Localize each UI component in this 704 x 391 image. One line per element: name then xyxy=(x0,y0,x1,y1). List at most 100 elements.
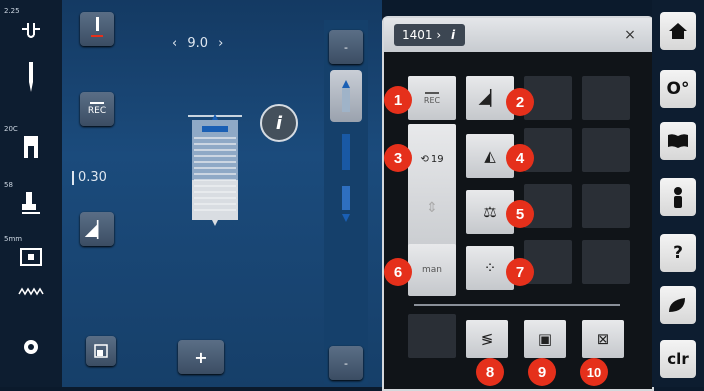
help-icon: ? xyxy=(673,243,683,263)
home-icon xyxy=(669,23,687,39)
needle-position-button[interactable] xyxy=(80,12,114,46)
breadcrumb-info: i xyxy=(451,28,456,42)
sewing-consultant-button[interactable] xyxy=(660,178,696,216)
close-button[interactable]: × xyxy=(620,26,640,44)
mirror-image-button[interactable]: ◢▏ xyxy=(80,212,114,246)
minus-bottom-label: - xyxy=(344,356,348,370)
delete-icon: ⊠ xyxy=(596,330,610,348)
settings-button[interactable] xyxy=(0,322,62,366)
empty-cell xyxy=(582,240,630,284)
minus-top-label: - xyxy=(344,40,348,54)
tension-marker xyxy=(72,170,74,185)
length-minus-button[interactable]: - xyxy=(329,30,363,64)
rec-button[interactable]: REC xyxy=(80,92,114,126)
divider xyxy=(414,304,620,306)
presser-foot-number: 20C xyxy=(4,125,18,133)
split-screen-icon xyxy=(94,344,108,358)
consultant-icon xyxy=(674,187,682,208)
pattern-begin-button[interactable] xyxy=(330,70,362,122)
foot-pressure-value: 58 xyxy=(4,181,13,189)
width-increase-arrow[interactable]: › xyxy=(218,36,223,51)
pattern-end-icon xyxy=(342,186,350,222)
main-panel: ‹ 9.0 › REC 0.30 ◢▏ i - - + xyxy=(62,0,382,387)
manual-label: man xyxy=(422,265,442,275)
setup-icon: O° xyxy=(666,79,690,99)
manual-cell[interactable]: man xyxy=(408,244,456,296)
badge-7: 7 xyxy=(506,258,534,286)
pattern-repeat-number: 19 xyxy=(430,153,444,165)
rec-line-icon xyxy=(90,102,104,104)
badge-4: 4 xyxy=(506,144,534,172)
stitch-plate-value: 5mm xyxy=(4,235,23,243)
tension-value: 0.30 xyxy=(78,170,107,185)
plus-label: + xyxy=(194,347,208,367)
right-toolbar: O° ? clr xyxy=(652,0,704,387)
pattern-middle-icon xyxy=(342,134,350,170)
rec-cell-line xyxy=(425,91,439,94)
feed-dog-icon xyxy=(18,278,44,304)
delete-cell[interactable]: ⊠ xyxy=(582,320,624,358)
dialog-header: 1401 › i × xyxy=(384,18,652,52)
width-decrease-arrow[interactable]: ‹ xyxy=(172,36,177,51)
badge-1: 1 xyxy=(384,86,412,114)
rec-label: REC xyxy=(87,106,107,116)
empty-cell xyxy=(582,128,630,172)
needle-thread-button[interactable]: 2.25 xyxy=(0,4,62,48)
badge-9: 9 xyxy=(528,358,556,386)
needle-icon xyxy=(18,62,44,92)
eco-button[interactable] xyxy=(660,286,696,324)
disabled-scale-icon: ⇕ xyxy=(426,200,438,216)
breadcrumb-number: 1401 xyxy=(402,28,433,42)
badge-2: 2 xyxy=(506,88,534,116)
book-icon xyxy=(668,134,688,148)
stitch-width-value: 9.0 xyxy=(187,36,209,51)
info-label: i xyxy=(275,112,283,134)
stitch-width-display: ‹ 9.0 › xyxy=(172,36,223,51)
save-cell[interactable]: ▣ xyxy=(524,320,566,358)
needle-button[interactable] xyxy=(0,52,62,96)
split-screen-button[interactable] xyxy=(86,336,116,366)
badge-5: 5 xyxy=(506,200,534,228)
empty-cell xyxy=(582,184,630,228)
clear-button[interactable]: clr xyxy=(660,340,696,378)
badge-10: 10 xyxy=(580,358,608,386)
info-button[interactable]: i xyxy=(260,104,298,142)
presser-foot-button[interactable]: 20C xyxy=(0,122,62,166)
pattern-middle-button[interactable] xyxy=(330,126,362,178)
rec-cell-label: REC xyxy=(423,95,441,105)
breadcrumb-separator-icon: › xyxy=(436,28,442,42)
plus-button[interactable]: + xyxy=(178,340,224,374)
tutorial-button[interactable] xyxy=(660,122,696,160)
breadcrumb[interactable]: 1401 › i xyxy=(394,24,466,46)
close-icon: × xyxy=(624,27,636,43)
stitch-length-column: - - xyxy=(324,20,368,384)
pattern-end-button[interactable] xyxy=(330,180,362,232)
buttonhole-stitch-graphic xyxy=(188,114,242,226)
save-icon: ▣ xyxy=(537,330,553,348)
needle-position-icon xyxy=(91,17,103,37)
badge-6: 6 xyxy=(384,258,412,286)
length-minus-bottom-button[interactable]: - xyxy=(329,346,363,380)
presser-foot-icon xyxy=(18,134,44,160)
setup-button[interactable]: O° xyxy=(660,70,696,108)
edit-cell[interactable]: ≶ xyxy=(466,320,508,358)
empty-cell xyxy=(582,76,630,120)
pattern-begin-icon xyxy=(342,80,350,112)
pattern-repeat-icon: ⟲ xyxy=(420,153,429,165)
thread-tension-value: 2.25 xyxy=(4,7,20,15)
home-button[interactable] xyxy=(660,12,696,50)
stitch-preview xyxy=(152,90,282,230)
badge-3: 3 xyxy=(384,144,412,172)
pattern-repeat-button[interactable]: ⟲ 19 xyxy=(410,144,454,174)
left-toolbar: 2.25 20C 58 5mm xyxy=(0,0,62,387)
eco-leaf-icon xyxy=(669,298,685,312)
rec-cell[interactable]: REC xyxy=(408,76,456,120)
foot-pressure-button[interactable]: 58 xyxy=(0,178,62,222)
empty-cell xyxy=(408,314,456,358)
info-dialog: 1401 › i × REC ◢▏ ⟲ 19 ⇕ man ◭ ⚖ ⁘ ≶ ▣ ⊠ … xyxy=(382,16,654,391)
badge-8: 8 xyxy=(476,358,504,386)
help-button[interactable]: ? xyxy=(660,234,696,272)
tension-display: 0.30 xyxy=(72,170,107,185)
feed-dog-button[interactable] xyxy=(0,266,62,310)
mirror-image-icon: ◢▏ xyxy=(84,219,110,239)
